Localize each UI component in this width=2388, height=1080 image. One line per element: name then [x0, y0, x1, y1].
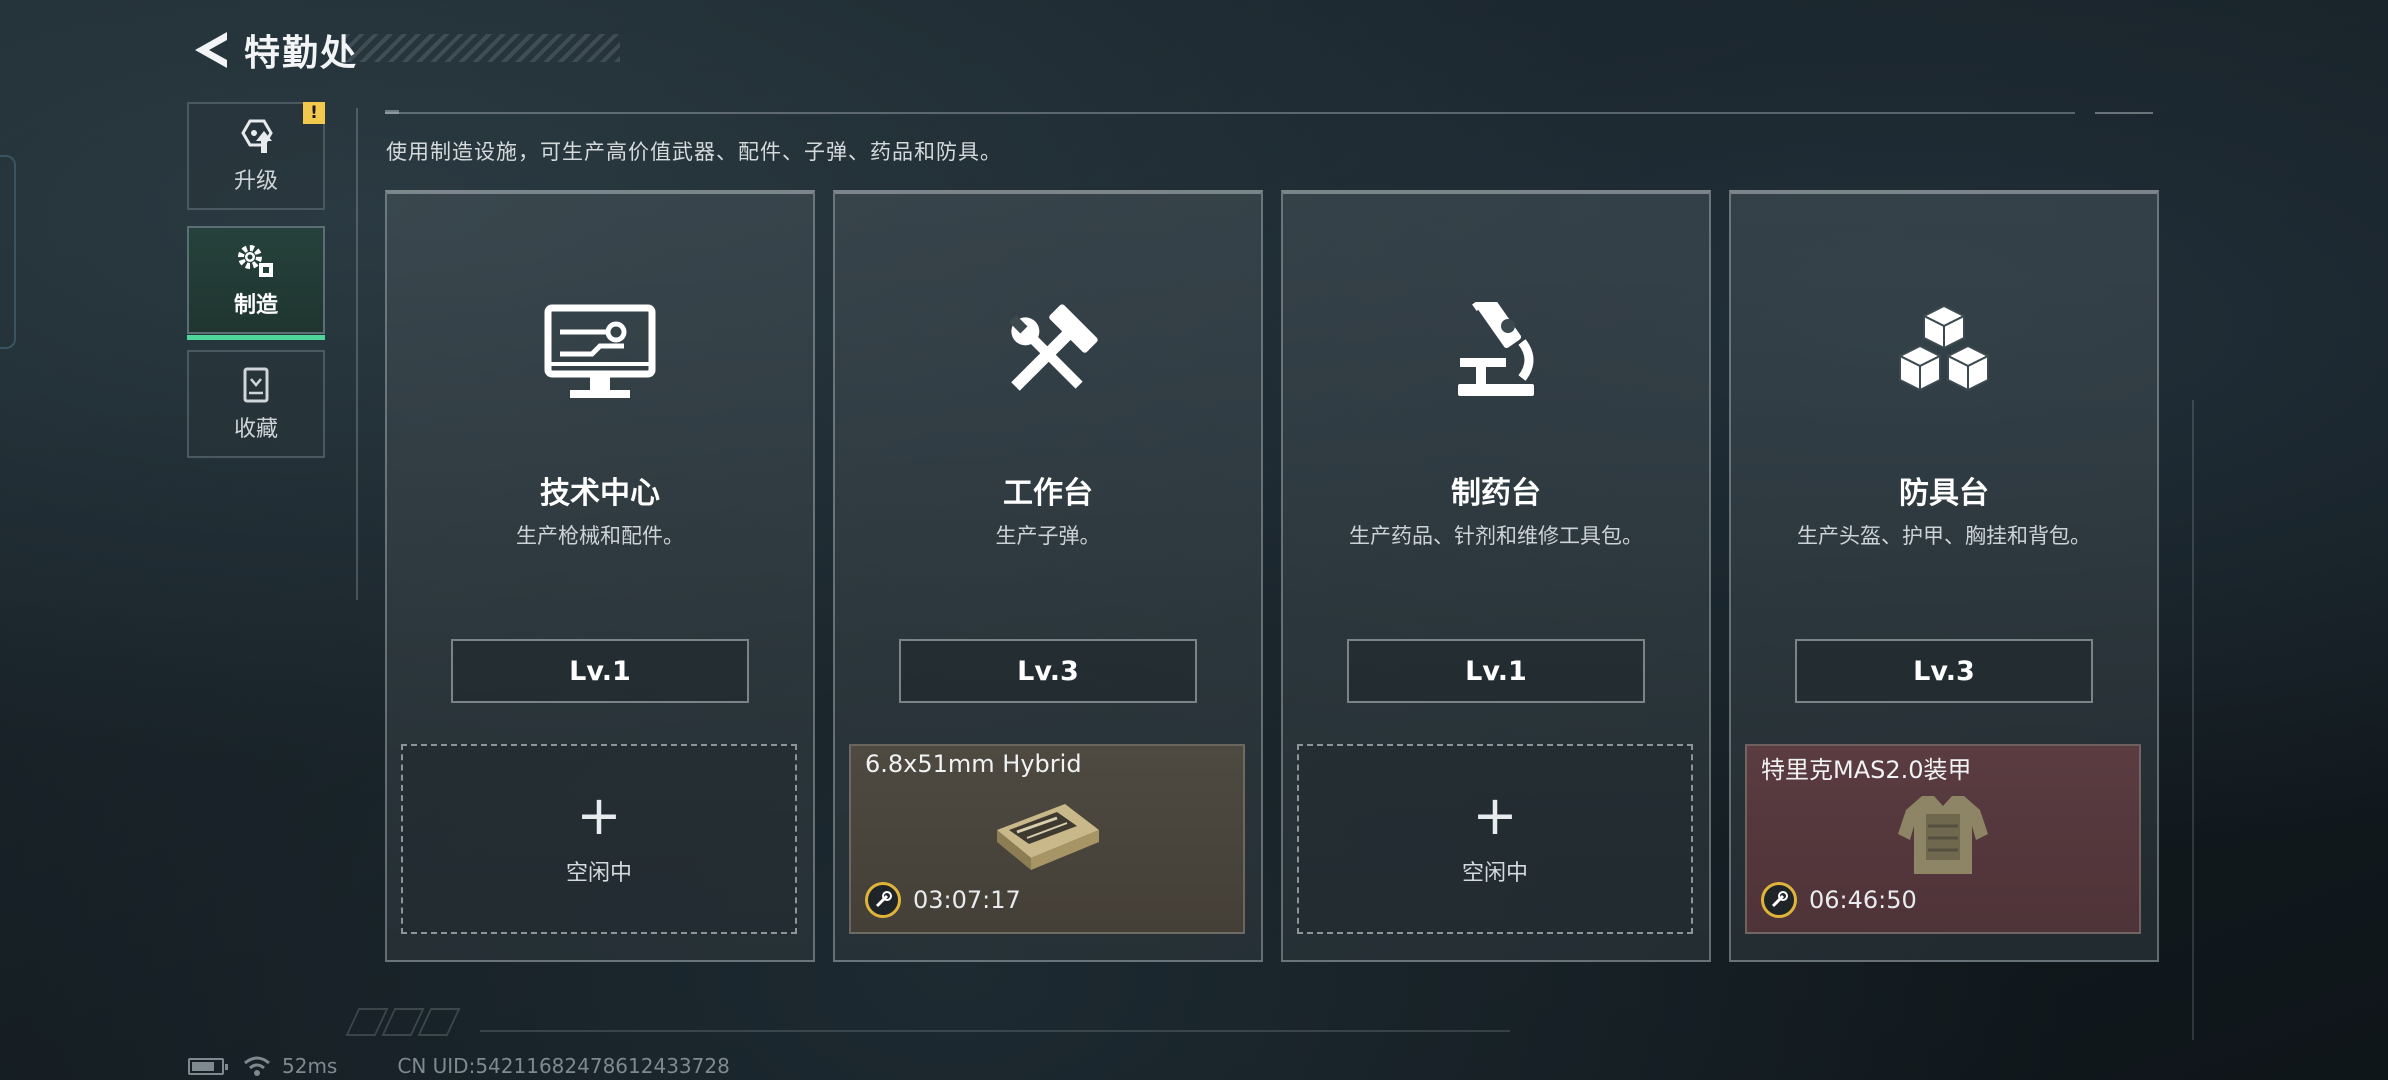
collection-icon	[243, 367, 269, 403]
page-description: 使用制造设施，可生产高价值武器、配件、子弹、药品和防具。	[386, 140, 1002, 164]
nav-item-upgrade[interactable]: ! 升级	[187, 102, 325, 210]
level-button[interactable]: Lv.3	[1795, 639, 2093, 703]
facility-desc: 生产头盔、护甲、胸挂和背包。	[1797, 524, 2091, 548]
nav-label-craft: 制造	[233, 293, 278, 318]
frame-divider	[356, 108, 358, 600]
frame-tick	[385, 110, 399, 114]
frame-tick	[2095, 112, 2153, 114]
facility-name: 防具台	[1899, 476, 1989, 511]
back-arrow-icon	[195, 32, 227, 68]
nav-label-upgrade: 升级	[233, 169, 278, 194]
bottom-decoration	[345, 1008, 461, 1036]
countdown-timer: 06:46:50	[1809, 886, 1917, 914]
page-header: 特勤处	[188, 22, 358, 78]
add-icon: +	[1472, 784, 1518, 847]
production-slot-empty[interactable]: + 空闲中	[1297, 744, 1693, 934]
facility-name: 制药台	[1451, 476, 1541, 511]
frame-line	[385, 112, 2075, 114]
timer-icon	[865, 882, 901, 918]
back-button[interactable]	[188, 22, 234, 78]
production-item-name: 6.8x51mm Hybrid	[865, 750, 1082, 778]
nav-item-craft[interactable]: 制造	[187, 226, 325, 340]
status-bar: 52ms CN UID:54211682478612433728	[188, 1054, 730, 1078]
bottom-divider	[480, 1030, 1510, 1032]
computer-icon	[544, 304, 656, 398]
timer-icon	[1761, 882, 1797, 918]
level-button[interactable]: Lv.1	[451, 639, 749, 703]
slot-status: 空闲中	[1461, 861, 1528, 886]
cubes-icon	[1897, 304, 1991, 392]
upgrade-icon	[241, 119, 273, 153]
facility-card-armor-bench[interactable]: 防具台 生产头盔、护甲、胸挂和背包。 Lv.3 特里克MAS2.0装甲 06:4…	[1729, 190, 2159, 962]
page-title: 特勤处	[244, 33, 359, 74]
facility-desc: 生产枪械和配件。	[516, 524, 684, 548]
microscope-icon	[1458, 302, 1534, 396]
gears-icon	[238, 245, 273, 277]
facility-name: 技术中心	[540, 476, 660, 511]
production-slot-active[interactable]: 6.8x51mm Hybrid 03:07:17	[849, 744, 1245, 934]
alert-badge: !	[303, 102, 325, 124]
facility-name: 工作台	[1003, 476, 1093, 511]
facility-card-pharmacy[interactable]: 制药台 生产药品、针剂和维修工具包。 Lv.1 + 空闲中	[1281, 190, 1711, 962]
production-slot-empty[interactable]: + 空闲中	[401, 744, 797, 934]
production-item-name: 特里克MAS2.0装甲	[1761, 756, 1972, 784]
frame-divider	[2192, 400, 2194, 1040]
level-button[interactable]: Lv.1	[1347, 639, 1645, 703]
hammer-wrench-icon	[1009, 304, 1098, 391]
facility-desc: 生产子弹。	[995, 524, 1101, 548]
add-icon: +	[576, 784, 622, 847]
user-uid: CN UID:54211682478612433728	[397, 1054, 730, 1078]
left-edge-tab	[0, 155, 16, 349]
ping-value: 52ms	[282, 1054, 338, 1078]
wifi-icon	[244, 1056, 270, 1076]
title-decoration	[345, 34, 620, 62]
ammo-box-icon	[997, 804, 1099, 870]
nav-item-collection[interactable]: 收藏	[187, 350, 325, 458]
countdown-timer: 03:07:17	[913, 886, 1021, 914]
level-button[interactable]: Lv.3	[899, 639, 1197, 703]
facility-card-workbench[interactable]: 工作台 生产子弹。 Lv.3 6.8x51mm Hybrid 03:07:17	[833, 190, 1263, 962]
facility-desc: 生产药品、针剂和维修工具包。	[1349, 524, 1643, 548]
body-armor-icon	[1898, 796, 1988, 874]
side-nav: ! 升级 制造 收藏	[187, 102, 325, 474]
battery-icon	[188, 1057, 228, 1075]
slot-status: 空闲中	[565, 861, 632, 886]
nav-label-collection: 收藏	[233, 417, 278, 442]
production-slot-active[interactable]: 特里克MAS2.0装甲 06:46:50	[1745, 744, 2141, 934]
facility-card-tech-center[interactable]: 技术中心 生产枪械和配件。 Lv.1 + 空闲中	[385, 190, 815, 962]
